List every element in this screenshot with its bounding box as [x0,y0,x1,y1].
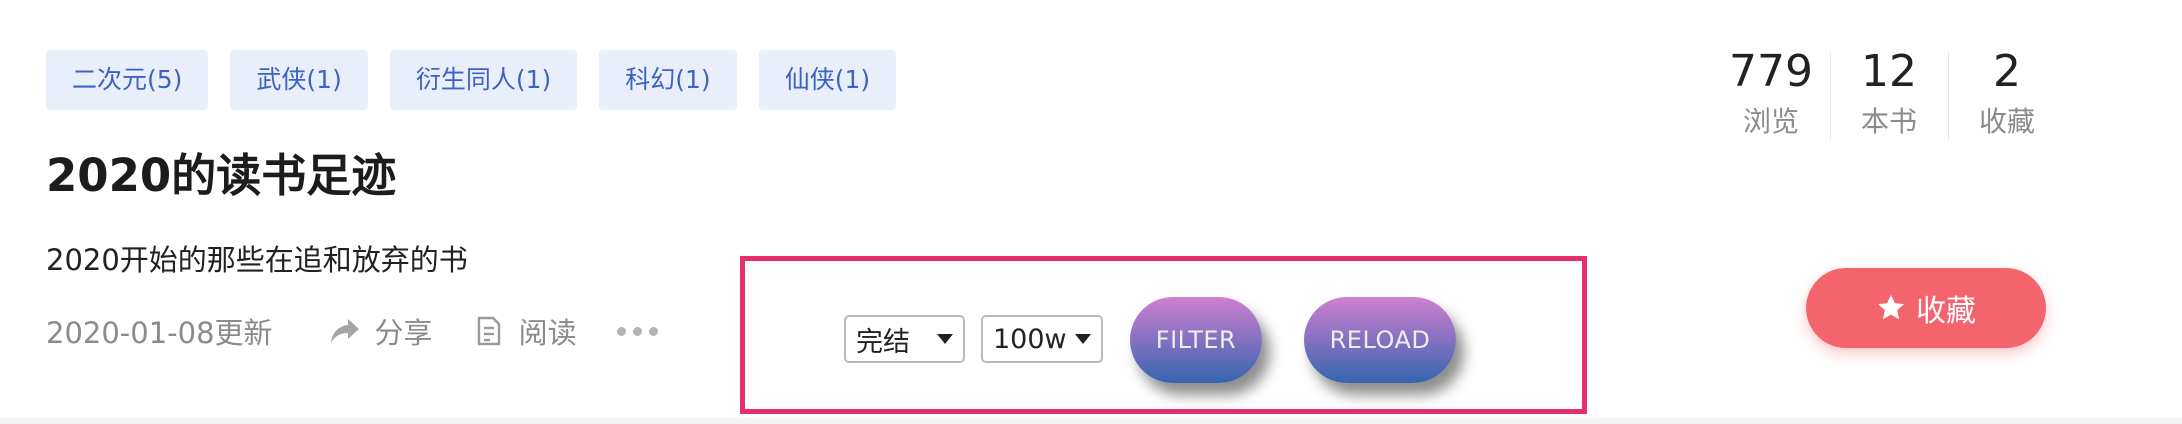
read-button[interactable]: 阅读 [473,310,577,352]
tag-erciyuan[interactable]: 二次元(5) [46,50,209,110]
reload-button[interactable]: RELOAD [1304,297,1456,383]
share-button[interactable]: 分享 [329,310,433,352]
favorite-label: 收藏 [1916,294,1976,329]
tag-list: 二次元(5) 武侠(1) 衍生同人(1) 科幻(1) 仙侠(1) [46,50,897,110]
filter-panel: 完结 100w FILTER RELOAD [740,256,1587,414]
favorite-button[interactable]: 收藏 [1806,268,2046,348]
divider [0,418,2182,424]
tag-fanfiction[interactable]: 衍生同人(1) [389,50,578,110]
stat-value: 2 [1993,46,2021,97]
stat-books: 12 本书 [1830,44,1948,144]
meta-bar: 2020-01-08更新 分享 阅读 [46,310,658,352]
stats-panel: 779 浏览 12 本书 2 收藏 [1712,44,2066,144]
stat-views: 779 浏览 [1712,44,1830,144]
stat-favorites: 2 收藏 [1948,44,2066,144]
tag-scifi[interactable]: 科幻(1) [599,50,737,110]
chevron-down-icon [1075,334,1091,344]
tag-xianxia[interactable]: 仙侠(1) [758,50,897,110]
star-icon [1876,293,1906,323]
stat-label: 浏览 [1742,105,1799,138]
stat-value: 12 [1861,46,1917,97]
tag-wuxia[interactable]: 武侠(1) [230,50,368,110]
share-label: 分享 [374,316,433,350]
booklist-description: 2020开始的那些在追和放弃的书 [46,243,468,277]
word-count-select-value: 100w [993,323,1067,355]
share-arrow-icon [329,315,361,347]
word-count-select[interactable]: 100w [981,315,1103,363]
document-icon [473,315,505,347]
stat-label: 本书 [1860,105,1917,138]
more-dots-icon[interactable] [616,326,658,336]
page-title: 2020的读书足迹 [46,149,397,202]
status-select[interactable]: 完结 [844,315,965,363]
stat-label: 收藏 [1978,105,2035,138]
filter-button[interactable]: FILTER [1130,297,1262,383]
updated-date: 2020-01-08更新 [46,316,273,350]
stat-value: 779 [1729,46,1813,97]
read-label: 阅读 [518,316,577,350]
chevron-down-icon [937,334,953,344]
status-select-value: 完结 [856,326,910,358]
